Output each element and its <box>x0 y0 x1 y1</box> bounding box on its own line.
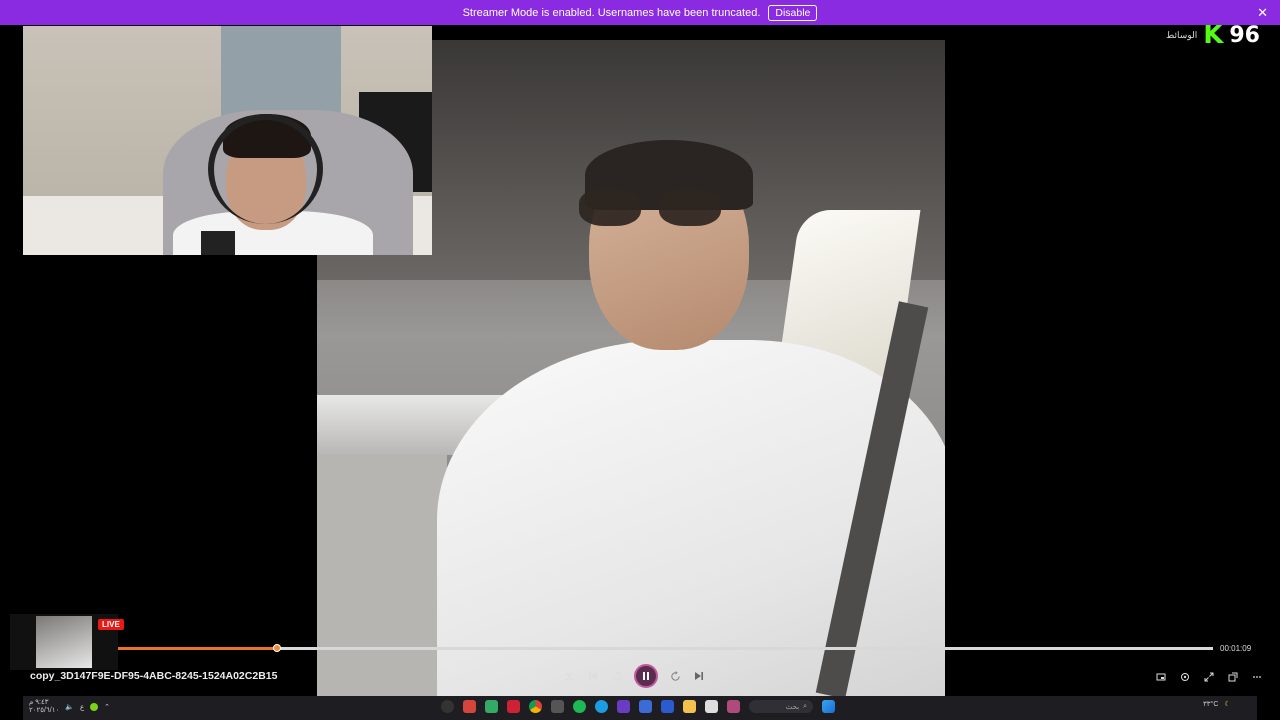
app-icon-5[interactable] <box>551 700 564 713</box>
windows-taskbar: ٩:٤٣ م ٢٠٢٥/٦/١٠ 🔈 ع ⌃ بحث ⌕ ٣٣°C ☾ <box>23 696 1257 720</box>
app-icon-3[interactable] <box>507 700 520 713</box>
headset-icon <box>208 114 323 224</box>
transport-controls <box>562 664 730 688</box>
file-explorer-icon[interactable] <box>683 700 696 713</box>
room-door <box>221 26 341 116</box>
sunglasses <box>579 188 729 228</box>
shuffle-icon[interactable] <box>562 669 576 683</box>
seek-handle[interactable] <box>272 644 281 652</box>
live-thumbnail <box>36 616 92 668</box>
taskbar-apps: بحث ⌕ <box>441 700 835 713</box>
app-icon-9[interactable] <box>639 700 652 713</box>
next-icon[interactable] <box>692 669 706 683</box>
app-icon-8[interactable] <box>617 700 630 713</box>
video-filename: copy_3D147F9E-DF95-4ABC-8245-1524A02C2B1… <box>30 670 278 682</box>
cast-icon[interactable] <box>1178 670 1192 684</box>
taskbar-search[interactable]: بحث ⌕ <box>749 700 813 713</box>
mini-live-preview[interactable]: LIVE <box>10 614 124 670</box>
taskbar-tray-right: ٣٣°C ☾ <box>1203 700 1231 708</box>
clock[interactable]: ٩:٤٣ م ٢٠٢٥/٦/١٠ <box>29 699 59 715</box>
live-badge: LIVE <box>98 619 124 630</box>
fast-forward-icon[interactable] <box>668 669 682 683</box>
app-icon-1[interactable] <box>463 700 476 713</box>
elapsed-time: 00:01:09 <box>1220 644 1252 653</box>
chevron-up-icon[interactable]: ⌃ <box>104 703 110 711</box>
brand-arabic-text: الوسائط <box>1165 29 1198 40</box>
app-icon-13[interactable] <box>727 700 740 713</box>
banner-message: Streamer Mode is enabled. Usernames have… <box>462 6 761 19</box>
rear-seat <box>317 450 447 696</box>
status-dot-icon <box>90 703 99 711</box>
rewind-icon[interactable] <box>610 669 624 683</box>
disable-button[interactable]: Disable <box>768 4 818 21</box>
miniplayer-icon[interactable] <box>1154 670 1168 684</box>
search-icon: ⌕ <box>803 702 807 710</box>
clock-time: ٩:٤٣ م <box>29 699 49 706</box>
clock-date: ٢٠٢٥/٦/١٠ <box>29 707 60 714</box>
pause-icon[interactable] <box>634 664 658 688</box>
fullscreen-icon[interactable] <box>1202 670 1216 684</box>
windows-start-icon[interactable] <box>822 700 835 713</box>
microphone-icon <box>201 231 235 255</box>
language-indicator[interactable]: ع <box>80 703 84 711</box>
brand-number: 96 <box>1229 22 1260 48</box>
taskbar-tray-left: ٩:٤٣ م ٢٠٢٥/٦/١٠ 🔈 ع ⌃ <box>29 699 110 715</box>
more-icon[interactable] <box>1250 670 1264 684</box>
weather-moon-icon[interactable]: ☾ <box>1224 700 1230 708</box>
store-icon[interactable] <box>661 700 674 713</box>
app-icon-12[interactable] <box>705 700 718 713</box>
player-right-controls <box>1154 670 1264 684</box>
weather-text[interactable]: ٣٣°C <box>1203 700 1218 708</box>
volume-icon[interactable]: 🔈 <box>65 703 74 711</box>
close-icon[interactable]: ✕ <box>1257 5 1268 21</box>
chrome-icon[interactable] <box>529 700 542 713</box>
streamer-mode-banner: Streamer Mode is enabled. Usernames have… <box>0 0 1280 25</box>
seek-progress <box>118 647 277 650</box>
app-icon-2[interactable] <box>485 700 498 713</box>
popout-icon[interactable] <box>1226 670 1240 684</box>
edge-icon[interactable] <box>595 700 608 713</box>
media-player-app-icon[interactable] <box>441 700 454 713</box>
seek-bar[interactable] <box>118 644 1213 652</box>
screen: الوسائط K 96 Streamer Mode is enabled. U… <box>0 0 1280 720</box>
previous-icon[interactable] <box>586 669 600 683</box>
spotify-icon[interactable] <box>573 700 586 713</box>
webcam-overlay <box>23 26 432 255</box>
repeat-icon[interactable] <box>716 669 730 683</box>
search-label: بحث <box>785 703 800 711</box>
